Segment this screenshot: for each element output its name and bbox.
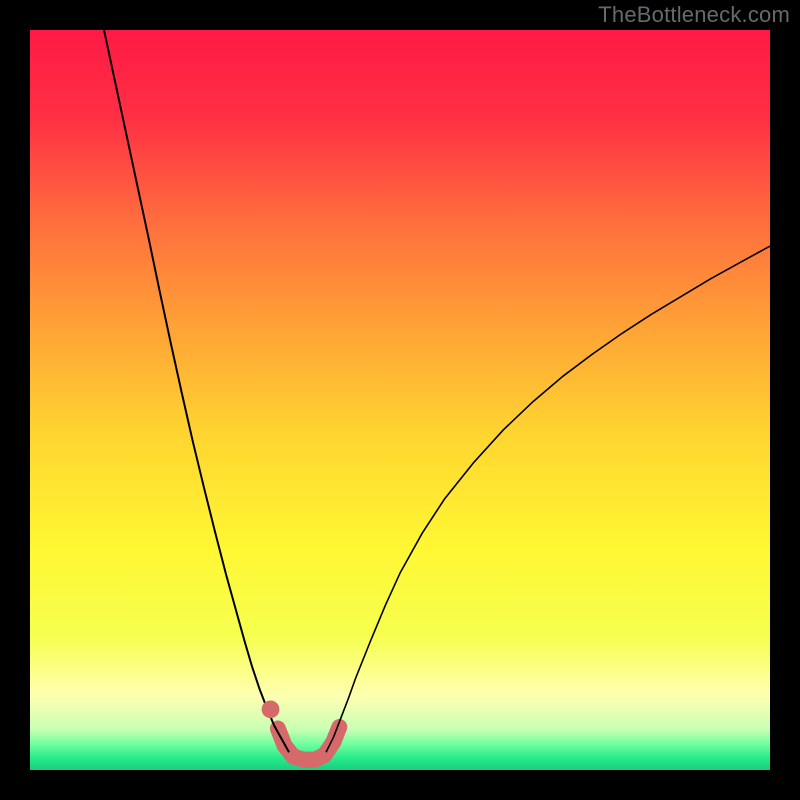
valley-dot: [262, 700, 280, 718]
chart-frame: TheBottleneck.com: [0, 0, 800, 800]
marker-layer: [262, 700, 280, 718]
chart-background: [30, 30, 770, 770]
bottleneck-chart: [30, 30, 770, 770]
watermark-label: TheBottleneck.com: [598, 2, 790, 28]
